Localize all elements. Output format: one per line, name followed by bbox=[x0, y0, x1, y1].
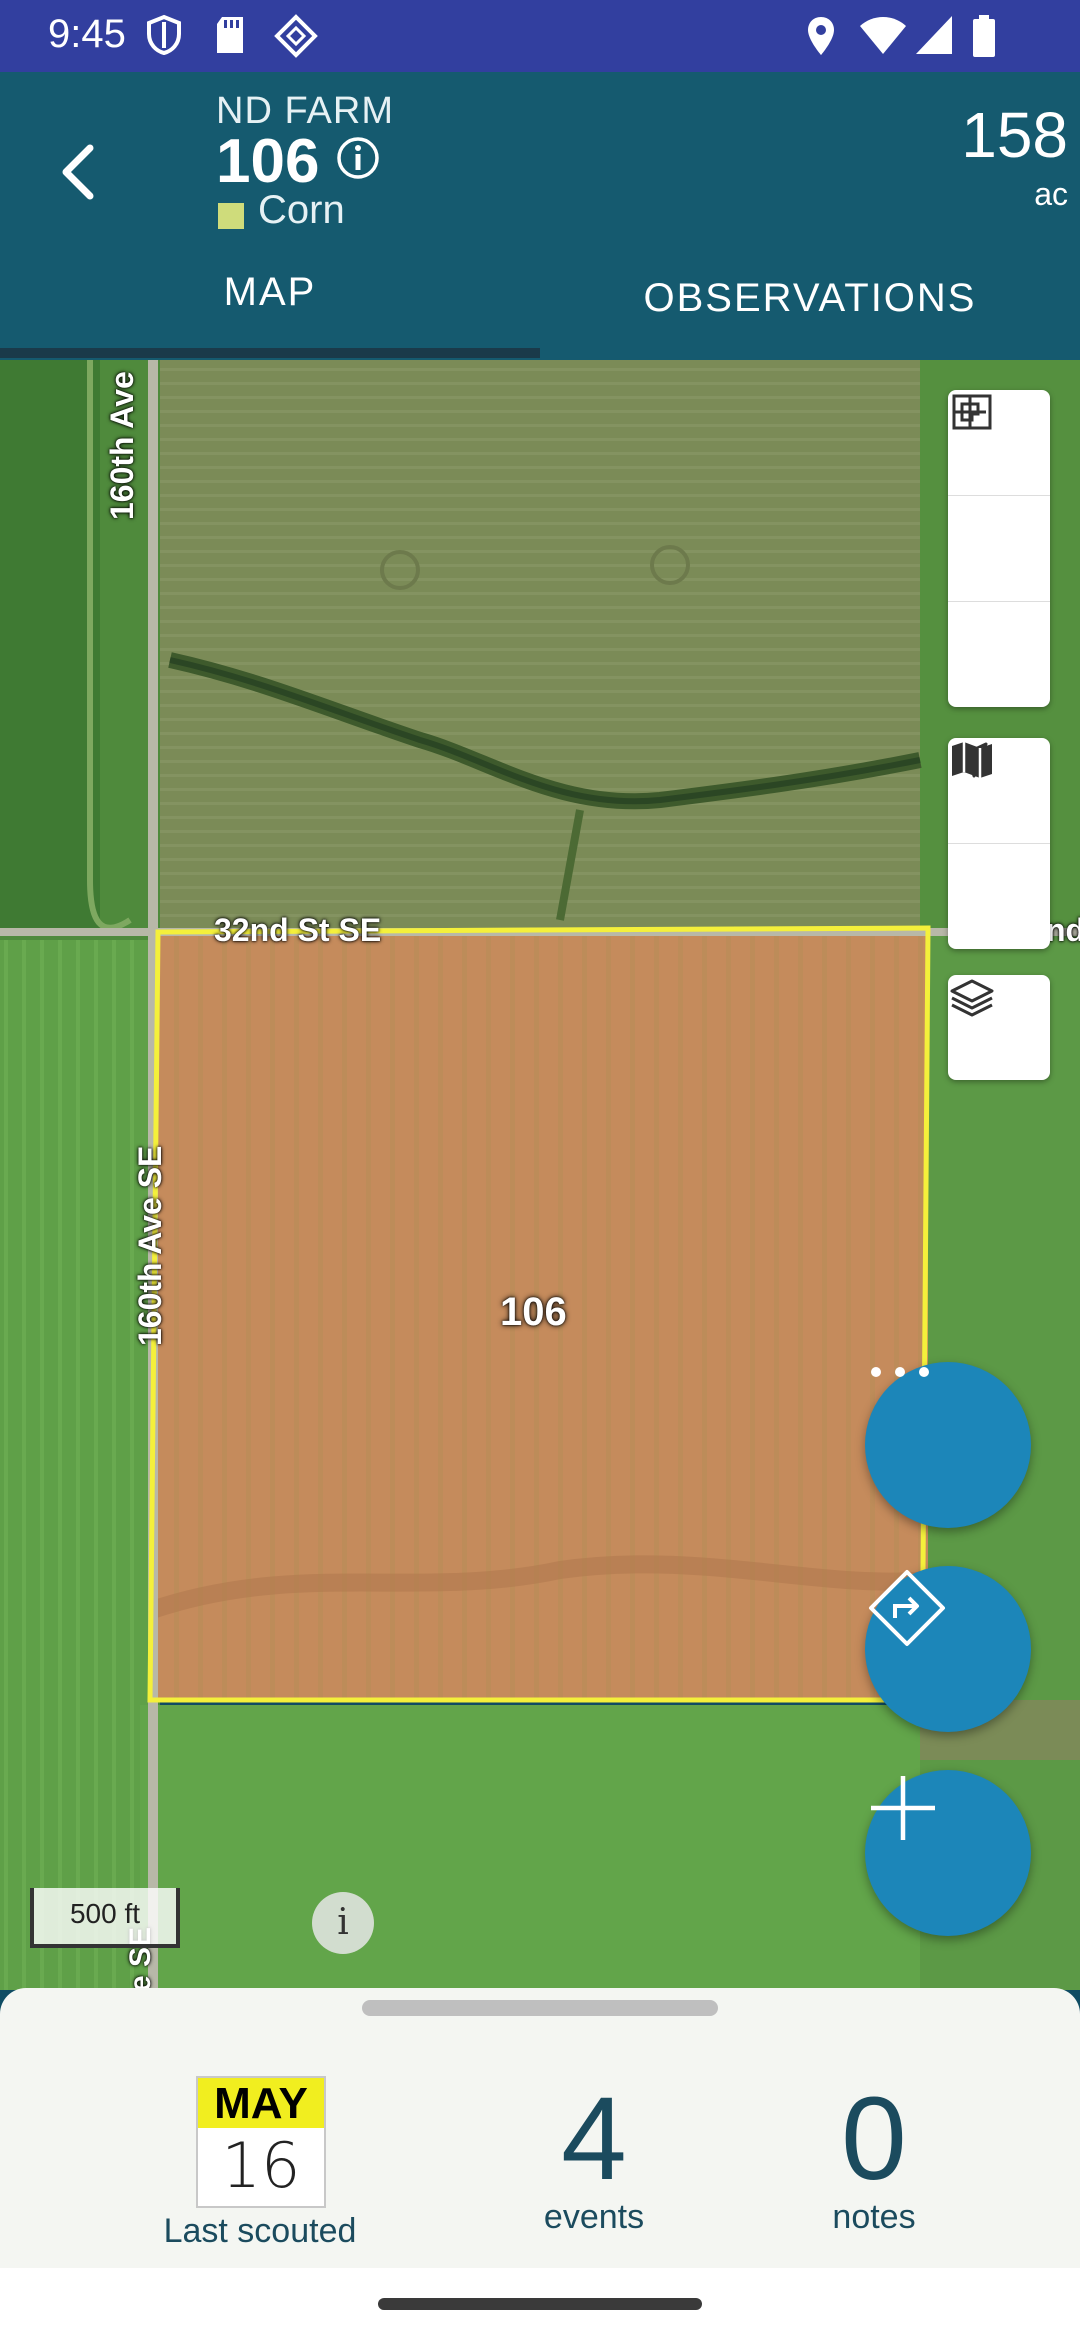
field-name: 106 bbox=[216, 127, 320, 196]
map-type-button[interactable] bbox=[948, 742, 1050, 949]
map-scale-bar: 500 ft bbox=[30, 1888, 180, 1948]
layers-button[interactable] bbox=[948, 975, 1050, 1080]
sd-card-icon bbox=[217, 17, 243, 53]
fit-bounds-icon bbox=[952, 394, 992, 430]
map-icon bbox=[952, 742, 992, 778]
shield-icon bbox=[147, 14, 181, 56]
zoom-out-button[interactable] bbox=[948, 410, 1050, 602]
battery-icon bbox=[973, 15, 995, 57]
selected-tab-indicator bbox=[0, 348, 540, 358]
road-label-160th-ave: 160th Ave bbox=[104, 371, 140, 520]
road-label-32nd-st-se: 32nd St SE bbox=[214, 912, 382, 948]
back-arrow-icon[interactable] bbox=[40, 132, 120, 212]
crop-name: Corn bbox=[258, 188, 345, 232]
field-summary-sheet[interactable]: MAY 16 Last scouted 4 events 0 notes bbox=[0, 1988, 1080, 2268]
tab-observations-label: OBSERVATIONS bbox=[643, 276, 977, 320]
road-label-160th-ave-se: 160th Ave SE bbox=[132, 1145, 168, 1346]
location-controls bbox=[948, 738, 1050, 949]
status-bar: 9:45 bbox=[0, 0, 1080, 72]
add-fab[interactable] bbox=[865, 1770, 1031, 1936]
fit-field-button[interactable] bbox=[948, 394, 1050, 707]
map-attribution-icon[interactable]: i bbox=[312, 1892, 374, 1954]
events-count[interactable]: 4 bbox=[494, 2080, 694, 2198]
map-field-label: 106 bbox=[500, 1290, 567, 1334]
events-label: events bbox=[543, 2198, 645, 2236]
road-label-clipped-right: nd bbox=[1046, 912, 1080, 948]
home-gesture-pill[interactable] bbox=[378, 2298, 702, 2310]
directions-fab[interactable] bbox=[865, 1566, 1031, 1732]
notes-count[interactable]: 0 bbox=[774, 2080, 974, 2198]
tab-map[interactable]: MAP bbox=[0, 272, 540, 374]
field-info-icon[interactable] bbox=[334, 134, 382, 182]
sheet-drag-handle[interactable] bbox=[362, 2000, 718, 2016]
field-map[interactable]: 160th Ave 160th Ave SE 32nd St SE nd e S… bbox=[0, 360, 1080, 1990]
tab-map-label: MAP bbox=[223, 270, 317, 314]
last-scouted-calendar-icon: MAY 16 bbox=[196, 2076, 326, 2208]
last-scouted-label: Last scouted bbox=[163, 2212, 357, 2250]
wifi-icon bbox=[860, 17, 906, 54]
layer-controls bbox=[948, 975, 1050, 1080]
layers-icon bbox=[950, 979, 994, 1017]
field-header: ND FARM 106 Corn 158 ac MAP OBSERVATIONS bbox=[0, 72, 1080, 360]
plus-icon bbox=[871, 1776, 935, 1840]
system-navigation-bar bbox=[0, 2268, 1080, 2340]
acres-unit: ac bbox=[1034, 176, 1068, 212]
calendar-day: 16 bbox=[221, 2129, 301, 2202]
status-time: 9:45 bbox=[48, 12, 126, 56]
calendar-month: MAY bbox=[198, 2078, 324, 2128]
more-horizontal-icon bbox=[871, 1367, 929, 1377]
cellular-signal-icon bbox=[916, 16, 952, 54]
app-notification-icon bbox=[274, 14, 318, 58]
notes-label: notes bbox=[832, 2198, 916, 2236]
directions-icon bbox=[869, 1570, 945, 1646]
crop-color-swatch bbox=[218, 203, 244, 229]
field-acres: 158 bbox=[961, 99, 1068, 171]
more-options-fab[interactable] bbox=[865, 1362, 1031, 1528]
zoom-controls bbox=[948, 390, 1050, 707]
location-icon bbox=[808, 17, 834, 55]
